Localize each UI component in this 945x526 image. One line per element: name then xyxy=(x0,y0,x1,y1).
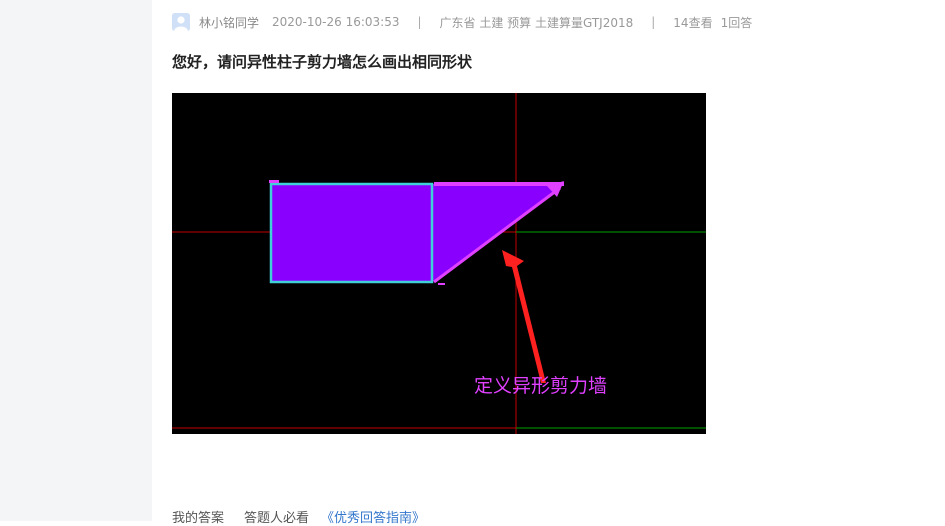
handle-mark xyxy=(269,180,279,183)
author-name[interactable]: 林小铭同学 xyxy=(199,14,259,31)
answer-guide-link[interactable]: 《优秀回答指南》 xyxy=(321,507,425,526)
shear-wall-shape xyxy=(271,184,564,282)
avatar[interactable] xyxy=(172,13,190,31)
view-count: 14查看 xyxy=(673,15,713,30)
question-image[interactable] xyxy=(172,93,706,434)
my-answer-label: 我的答案 xyxy=(172,511,225,526)
handle-mark xyxy=(438,283,445,285)
post-tags: 广东省 土建 预算 土建算量GTJ2018 xyxy=(439,15,634,30)
post-date: 2020-10-26 16:03:53 xyxy=(272,15,400,29)
cad-screenshot xyxy=(172,93,706,434)
question-title: 您好，请问异性柱子剪力墙怎么画出相同形状 xyxy=(172,53,473,71)
user-avatar-icon xyxy=(172,13,190,31)
must-read-label: 答题人必看 xyxy=(244,511,310,526)
answer-bar: 我的答案 答题人必看 《优秀回答指南》 xyxy=(172,507,425,526)
left-gutter xyxy=(0,0,152,521)
meta-separator: | xyxy=(651,15,656,29)
image-annotation-label: 定义异形剪力墙 xyxy=(474,375,608,397)
meta-separator: | xyxy=(417,15,422,29)
post-meta: 林小铭同学 2020-10-26 16:03:53 | 广东省 土建 预算 土建… xyxy=(172,12,752,32)
red-annotation-arrow xyxy=(502,250,546,383)
answer-count: 1回答 xyxy=(720,15,753,30)
